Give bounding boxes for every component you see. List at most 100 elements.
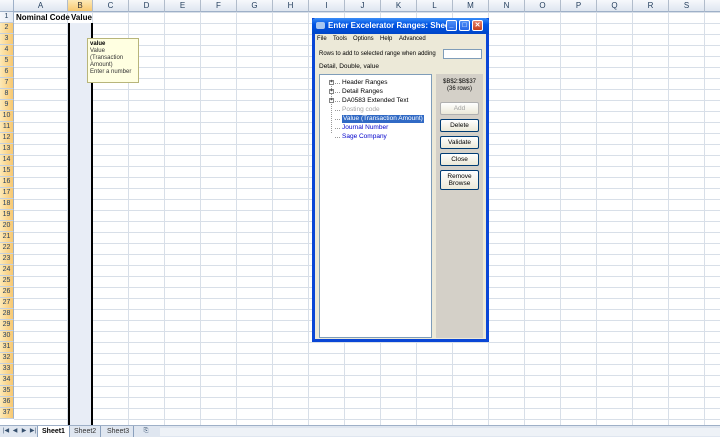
menu-options[interactable]: Options [353, 35, 374, 43]
close-icon[interactable]: ✕ [472, 20, 483, 31]
row-header[interactable]: 23 [0, 254, 14, 265]
close-button[interactable]: Close [440, 153, 479, 166]
row-header[interactable]: 27 [0, 298, 14, 309]
column-header-f[interactable]: F [201, 0, 237, 12]
column-header-o[interactable]: O [525, 0, 561, 12]
tab-sheet3[interactable]: Sheet3 [103, 426, 135, 437]
tree-item[interactable]: Value (Transaction Amount) [342, 115, 424, 123]
last-sheet-icon[interactable]: ▶| [29, 427, 37, 436]
tree-item[interactable]: Detail Ranges [342, 88, 383, 96]
column-header-j[interactable]: J [345, 0, 381, 12]
tab-sheet2[interactable]: Sheet2 [70, 426, 102, 437]
cell-b1[interactable]: Value [71, 12, 92, 23]
tree-item[interactable]: Posting code [342, 106, 380, 114]
column-header-m[interactable]: M [453, 0, 489, 12]
row-header[interactable]: 12 [0, 133, 14, 144]
row-header[interactable]: 30 [0, 331, 14, 342]
row-header[interactable]: 21 [0, 232, 14, 243]
tree-item[interactable]: Journal Number [342, 124, 388, 132]
column-header-l[interactable]: L [417, 0, 453, 12]
range-tree[interactable]: + Header Ranges + Detail Ranges + DA0583 Exte… [319, 74, 432, 338]
add-button[interactable]: Add [440, 102, 479, 115]
column-header-r[interactable]: R [633, 0, 669, 12]
row-header[interactable]: 13 [0, 144, 14, 155]
row-header[interactable]: 5 [0, 56, 14, 67]
row-header[interactable]: 2 [0, 23, 14, 34]
tree-item[interactable]: Sage Company [342, 133, 387, 141]
tree-item[interactable]: Header Ranges [342, 79, 388, 87]
row-header[interactable]: 31 [0, 342, 14, 353]
grid-column-line [524, 12, 525, 425]
maximize-icon[interactable]: □ [459, 20, 470, 31]
grid-column-line [236, 12, 237, 425]
expand-icon[interactable]: + [329, 80, 334, 85]
row-header[interactable]: 35 [0, 386, 14, 397]
column-header-i[interactable]: I [309, 0, 345, 12]
column-header-s[interactable]: S [669, 0, 705, 12]
delete-button[interactable]: Delete [440, 119, 479, 132]
column-header-e[interactable]: E [165, 0, 201, 12]
minimize-icon[interactable]: _ [446, 20, 457, 31]
row-header[interactable]: 15 [0, 166, 14, 177]
column-header-q[interactable]: Q [597, 0, 633, 12]
row-header[interactable]: 3 [0, 34, 14, 45]
next-sheet-icon[interactable]: ▶ [20, 427, 28, 436]
column-header-b[interactable]: B [68, 0, 93, 12]
row-header[interactable]: 29 [0, 320, 14, 331]
select-all-corner[interactable] [0, 0, 14, 12]
row-header[interactable]: 11 [0, 122, 14, 133]
tab-sheet1[interactable]: Sheet1 [37, 426, 70, 437]
row-header[interactable]: 9 [0, 100, 14, 111]
row-header[interactable]: 16 [0, 177, 14, 188]
menu-advanced[interactable]: Advanced [399, 35, 426, 43]
insert-sheet-icon[interactable]: ⎘ [140, 427, 152, 436]
row-header[interactable]: 32 [0, 353, 14, 364]
column-header-a[interactable]: A [14, 0, 68, 12]
expand-icon[interactable]: + [329, 98, 334, 103]
expand-icon[interactable]: + [329, 89, 334, 94]
row-header[interactable]: 1 [0, 12, 14, 23]
row-header[interactable]: 36 [0, 397, 14, 408]
validate-button[interactable]: Validate [440, 136, 479, 149]
prev-sheet-icon[interactable]: ◀ [11, 427, 19, 436]
row-header[interactable]: 34 [0, 375, 14, 386]
column-header-k[interactable]: K [381, 0, 417, 12]
cell-a1[interactable]: Nominal Code [16, 12, 70, 23]
tree-connector [335, 128, 340, 130]
row-header[interactable]: 14 [0, 155, 14, 166]
column-header-t[interactable]: T [705, 0, 720, 12]
row-header[interactable]: 33 [0, 364, 14, 375]
menu-tools[interactable]: Tools [333, 35, 347, 43]
row-header[interactable]: 18 [0, 199, 14, 210]
row-header[interactable]: 6 [0, 67, 14, 78]
row-header[interactable]: 19 [0, 210, 14, 221]
row-header[interactable]: 24 [0, 265, 14, 276]
row-header[interactable]: 4 [0, 45, 14, 56]
horizontal-scrollbar[interactable] [160, 428, 720, 436]
column-header-h[interactable]: H [273, 0, 309, 12]
row-header[interactable]: 25 [0, 276, 14, 287]
column-header-p[interactable]: P [561, 0, 597, 12]
row-header[interactable]: 28 [0, 309, 14, 320]
row-header[interactable]: 10 [0, 111, 14, 122]
selected-column-b[interactable] [68, 23, 93, 425]
row-header[interactable]: 7 [0, 78, 14, 89]
menu-file[interactable]: File [317, 35, 327, 43]
remove-browse-button[interactable]: Remove Browse [440, 170, 479, 190]
tree-item[interactable]: DA0583 Extended Text [342, 97, 408, 105]
column-header-d[interactable]: D [129, 0, 165, 12]
menu-help[interactable]: Help [380, 35, 392, 43]
column-header-c[interactable]: C [93, 0, 129, 12]
row-header[interactable]: 22 [0, 243, 14, 254]
dialog-titlebar[interactable]: Enter Excelerator Ranges: Sheet1 _ □ ✕ [312, 18, 489, 34]
row-header[interactable]: 26 [0, 287, 14, 298]
row-header[interactable]: 8 [0, 89, 14, 100]
row-header[interactable]: 20 [0, 221, 14, 232]
column-header-g[interactable]: G [237, 0, 273, 12]
row-header[interactable]: 37 [0, 408, 14, 419]
grid-column-line [704, 12, 705, 425]
column-header-n[interactable]: N [489, 0, 525, 12]
rows-to-add-input[interactable] [443, 49, 482, 59]
row-header[interactable]: 17 [0, 188, 14, 199]
first-sheet-icon[interactable]: |◀ [2, 427, 10, 436]
